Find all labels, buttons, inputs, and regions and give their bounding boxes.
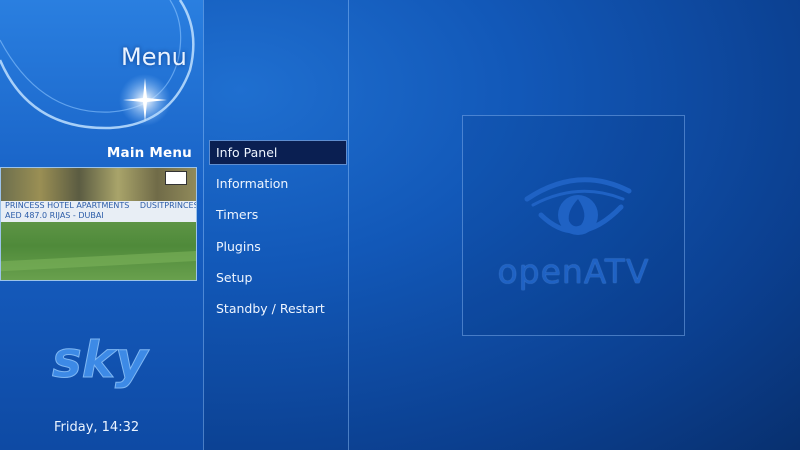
divider-left — [203, 0, 204, 450]
brand-logo-panel: openATV — [462, 115, 685, 336]
menu-item-setup[interactable]: Setup — [209, 265, 347, 290]
preview-score-overlay — [165, 171, 187, 185]
ad-board-2: DUSITPRINCESS — [139, 201, 196, 210]
menu-item-information[interactable]: Information — [209, 171, 347, 196]
eye-icon — [524, 177, 632, 235]
menu-item-info-panel[interactable]: Info Panel — [209, 140, 347, 165]
brand-logo-text: openATV — [497, 252, 650, 291]
ad-board-3: AED 487.0 RIJAS - DUBAI — [5, 211, 104, 220]
divider-right — [348, 0, 349, 450]
menu-item-label: Timers — [216, 207, 259, 223]
ad-board-1: PRINCESS HOTEL APARTMENTS — [5, 201, 130, 210]
preview-ad-boards: PRINCESS HOTEL APARTMENTS DUSITPRINCESS … — [1, 201, 196, 222]
menu-item-label: Setup — [216, 269, 253, 285]
sky-logo-text: sky — [52, 331, 150, 389]
main-menu-list: Info Panel Information Timers Plugins Se… — [209, 140, 347, 327]
menu-item-standby-restart[interactable]: Standby / Restart — [209, 296, 347, 321]
menu-item-plugins[interactable]: Plugins — [209, 234, 347, 259]
sky-logo-icon: sky — [52, 331, 151, 390]
menu-item-timers[interactable]: Timers — [209, 202, 347, 227]
clock: Friday, 14:32 — [54, 420, 140, 435]
tv-preview: PRINCESS HOTEL APARTMENTS DUSITPRINCESS … — [0, 167, 197, 281]
section-label: Main Menu — [106, 145, 192, 161]
left-panel: Menu Main Menu PRINCESS HOTEL APARTMENTS… — [0, 0, 203, 450]
menu-item-label: Information — [216, 176, 289, 192]
menu-item-label: Plugins — [216, 238, 261, 254]
menu-item-label: Standby / Restart — [216, 300, 325, 316]
menu-title: Menu — [121, 43, 187, 71]
menu-item-label: Info Panel — [216, 145, 278, 160]
